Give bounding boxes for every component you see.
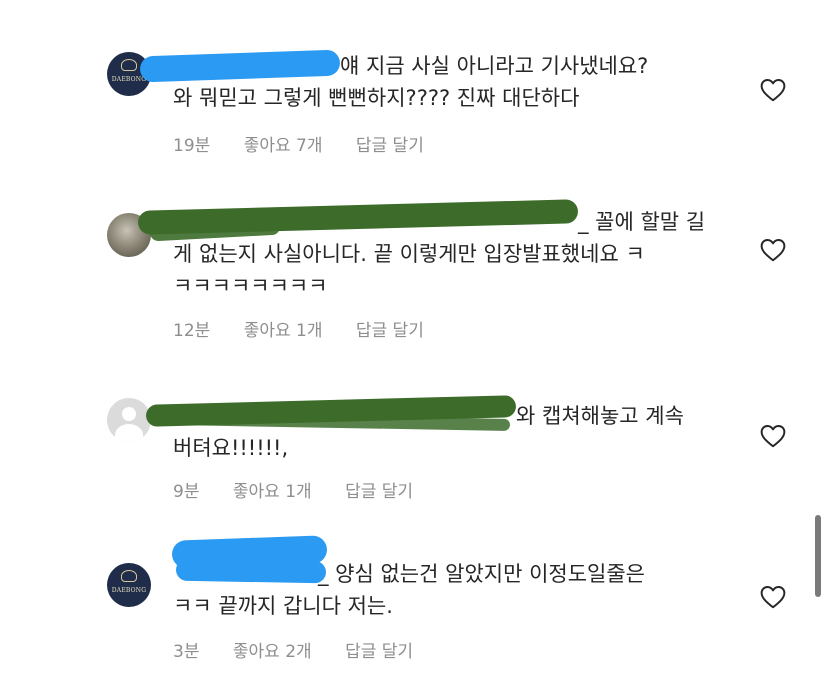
comment-line-1: 와 캡쳐해놓고 계속 <box>516 404 684 428</box>
person-icon <box>122 407 136 421</box>
timestamp: 9분 <box>173 482 200 502</box>
avatar[interactable] <box>107 398 151 442</box>
comment-meta: 3분 좋아요 2개 답글 달기 <box>173 637 441 662</box>
reply-button[interactable]: 답글 달기 <box>356 321 424 341</box>
crest-icon <box>121 570 137 582</box>
timestamp: 3분 <box>173 642 200 662</box>
comment-meta: 9분 좋아요 1개 답글 달기 <box>173 477 441 502</box>
timestamp: 12분 <box>173 321 211 341</box>
heart-icon[interactable] <box>760 78 786 102</box>
comment-text: _ 꼴에 할말 길 <box>578 206 738 238</box>
likes-count[interactable]: 좋아요 2개 <box>233 642 312 662</box>
timestamp: 19분 <box>173 136 211 156</box>
comment-text: _ 양심 없는건 알았지만 이정도일줄은 <box>318 558 738 590</box>
comment-meta: 19분 좋아요 7개 답글 달기 <box>173 131 452 156</box>
reply-button[interactable]: 답글 달기 <box>345 642 413 662</box>
avatar[interactable]: DAEBONG <box>107 563 151 607</box>
comment-meta: 12분 좋아요 1개 답글 달기 <box>173 316 452 341</box>
comment-text-line-2: 와 뭐믿고 그렇게 뻔뻔하지???? 진짜 대단하다 <box>173 86 580 110</box>
comment-text-line-3: ㅋㅋㅋㅋㅋㅋㅋㅋ <box>173 274 328 298</box>
scrollbar[interactable] <box>815 515 821 597</box>
comment-line-1: _ 꼴에 할말 길 <box>578 210 706 234</box>
reply-button[interactable]: 답글 달기 <box>356 136 424 156</box>
comment-text-line-2: 버텨요!!!!!!, <box>173 436 289 460</box>
reply-button[interactable]: 답글 달기 <box>345 482 413 502</box>
comment-text-line-2: 게 없는지 사실아니다. 끝 이렇게만 입장발표했네요 ㅋ <box>173 242 645 266</box>
comment-line-1: _ 양심 없는건 알았지만 이정도일줄은 <box>318 562 645 586</box>
likes-count[interactable]: 좋아요 1개 <box>233 482 312 502</box>
likes-count[interactable]: 좋아요 1개 <box>244 321 323 341</box>
redacted-username <box>139 49 341 83</box>
likes-count[interactable]: 좋아요 7개 <box>244 136 323 156</box>
comment-text-line-2: ㅋㅋ 끝까지 갑니다 저는. <box>173 594 393 618</box>
heart-icon[interactable] <box>760 585 786 609</box>
comment-text: 얘 지금 사실 아니라고 기사냈네요? <box>340 50 740 82</box>
crest-icon <box>121 59 137 71</box>
heart-icon[interactable] <box>760 238 786 262</box>
avatar-logo-text: DAEBONG <box>111 587 147 594</box>
comment-line-1: 얘 지금 사실 아니라고 기사냈네요? <box>340 54 649 78</box>
redacted-username <box>175 558 327 584</box>
comment-text: 와 캡쳐해놓고 계속 <box>516 400 736 432</box>
heart-icon[interactable] <box>760 424 786 448</box>
